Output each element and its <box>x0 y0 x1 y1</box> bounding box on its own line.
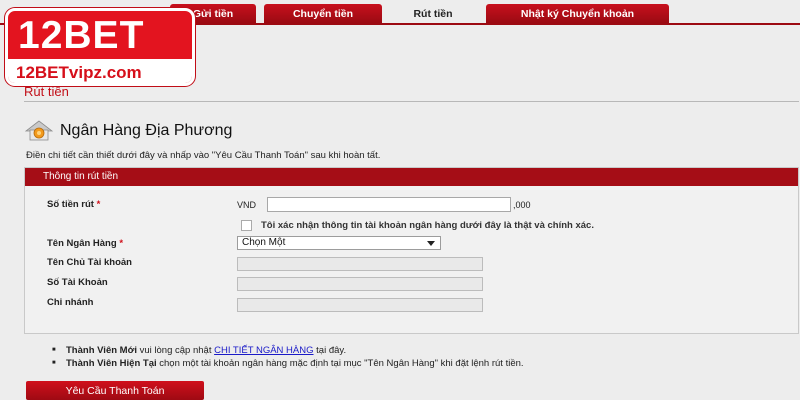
logo-subtext: 12BETvipz.com <box>16 63 142 82</box>
amount-label: Số tiền rút * <box>47 199 101 210</box>
confirm-label: Tôi xác nhận thông tin tài khoản ngân hà… <box>261 220 594 231</box>
tab-withdraw[interactable]: Rút tiền <box>386 3 480 25</box>
account-label: Số Tài Khoản <box>47 277 108 288</box>
branch-field[interactable] <box>237 298 483 312</box>
panel-header: Thông tin rút tiền <box>25 168 798 186</box>
panel-header-title: Thông tin rút tiền <box>43 171 119 182</box>
bank-select[interactable]: Chọn Một <box>237 236 441 250</box>
tab-transfer-history[interactable]: Nhật ký Chuyển khoản <box>486 4 669 24</box>
submit-payment-button[interactable]: Yêu Cầu Thanh Toán <box>26 381 204 400</box>
amount-suffix: ,000 <box>513 200 531 210</box>
brand-logo: 12BET 12BETvipz.com <box>5 8 195 86</box>
section-title: Ngân Hàng Địa Phương <box>60 122 233 139</box>
list-item: Thành Viên Mới vui lòng cập nhật CHI TIẾ… <box>52 344 524 357</box>
list-item: Thành Viên Hiện Tại chọn một tài khoản n… <box>52 357 524 370</box>
confirm-checkbox[interactable] <box>241 220 252 231</box>
notes-list: Thành Viên Mới vui lòng cập nhật CHI TIẾ… <box>52 344 524 370</box>
home-bank-icon <box>24 120 54 142</box>
instructions-text: Điền chi tiết cần thiết dưới đây và nhấp… <box>26 150 381 161</box>
holder-field[interactable] <box>237 257 483 271</box>
title-divider <box>24 101 799 102</box>
logo-wordmark: 12BET <box>18 14 145 57</box>
branch-label: Chi nhánh <box>47 297 94 308</box>
holder-label: Tên Chủ Tài khoản <box>47 257 132 268</box>
amount-input[interactable] <box>267 197 511 212</box>
bank-details-link[interactable]: CHI TIẾT NGÂN HÀNG <box>214 345 313 356</box>
bank-select-value: Chọn Một <box>242 237 286 248</box>
bank-label: Tên Ngân Hàng * <box>47 238 124 249</box>
currency-label: VND <box>237 200 257 210</box>
chevron-down-icon <box>427 241 435 246</box>
withdraw-form-panel: Thông tin rút tiền Số tiền rút * VND ,00… <box>24 167 799 334</box>
page-title: Rút tiền <box>24 84 69 99</box>
tab-transfer[interactable]: Chuyển tiền <box>264 4 382 24</box>
account-field[interactable] <box>237 277 483 291</box>
